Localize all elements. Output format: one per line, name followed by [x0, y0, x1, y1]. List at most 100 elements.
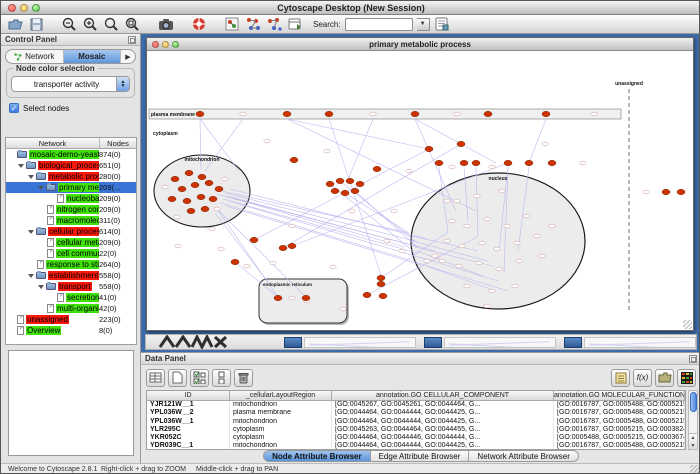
zoom-fit-button[interactable]	[124, 16, 141, 32]
gene-node[interactable]	[197, 194, 205, 199]
gene-node-unselected[interactable]	[289, 224, 295, 228]
tree-row[interactable]: mosaic-demo-yeast874(0)	[6, 149, 136, 160]
gene-node-unselected[interactable]	[384, 239, 390, 243]
gene-node[interactable]	[201, 206, 209, 211]
table-row[interactable]: YDR039C__1mitochondrion[GO:0044464, GO:0…	[147, 442, 685, 450]
gene-node-unselected[interactable]	[349, 209, 355, 213]
zoom-selected-button[interactable]	[103, 16, 120, 32]
gene-node-unselected[interactable]	[479, 241, 485, 245]
table-row[interactable]: YLR295Ccytoplasm[GO:0045263, GO:0044464,…	[147, 426, 685, 434]
expand-arrow-icon[interactable]	[38, 285, 44, 289]
expand-arrow-icon[interactable]	[38, 186, 44, 190]
tree-row[interactable]: transport558(0)	[6, 281, 136, 292]
open-button[interactable]	[7, 16, 24, 32]
gene-node[interactable]	[196, 111, 204, 116]
gene-node-unselected[interactable]	[424, 259, 430, 263]
gene-node[interactable]	[425, 146, 433, 151]
tab-node-attribute-browser[interactable]: Node Attribute Browser	[263, 450, 371, 462]
gene-node-unselected[interactable]	[512, 284, 518, 288]
gene-node-unselected[interactable]	[504, 224, 510, 228]
snapshot-button[interactable]	[157, 16, 174, 32]
gene-node[interactable]	[283, 111, 291, 116]
tab-network-attribute-browser[interactable]: Network Attribute Browser	[469, 450, 578, 462]
tree-row[interactable]: cellular metabo209(0)	[6, 237, 136, 248]
attribute-table-header[interactable]: ID _cellularLayoutRegion annotation.GO C…	[147, 391, 685, 401]
gene-node-unselected[interactable]	[209, 227, 215, 231]
minimized-window-icon[interactable]	[564, 337, 582, 348]
gene-node[interactable]	[411, 111, 419, 116]
window-resize-grip[interactable]	[683, 320, 692, 329]
expand-arrow-icon[interactable]	[28, 274, 34, 278]
gene-node-unselected[interactable]	[476, 261, 482, 265]
hide-selected-button[interactable]	[265, 16, 282, 32]
delete-attribute-button[interactable]	[234, 369, 253, 387]
tree-row[interactable]: response to stimulu264(0)	[6, 259, 136, 270]
gene-node[interactable]	[279, 245, 287, 250]
gene-node-unselected[interactable]	[162, 185, 168, 189]
gene-node[interactable]	[542, 111, 550, 116]
gene-node[interactable]	[351, 188, 359, 193]
birdseye-view[interactable]	[8, 350, 134, 456]
gene-node[interactable]	[377, 275, 385, 280]
gene-node-unselected[interactable]	[484, 304, 490, 308]
gene-node-unselected[interactable]	[270, 261, 276, 265]
table-scrollbar[interactable]: ▲▼	[688, 390, 698, 450]
tabs-overflow-button[interactable]: ▶	[121, 50, 135, 63]
gene-node-unselected[interactable]	[516, 259, 522, 263]
gene-node[interactable]	[183, 198, 191, 203]
tree-row[interactable]: unassigned223(0)	[6, 314, 136, 325]
select-nodes-checkbox[interactable]: ✓	[9, 103, 19, 113]
close-icon[interactable]	[8, 4, 16, 12]
gene-node-unselected[interactable]	[175, 244, 181, 248]
node-color-dropdown[interactable]: transporter activity ▲▼	[11, 76, 130, 92]
gene-node-unselected[interactable]	[580, 161, 586, 165]
gene-node[interactable]	[198, 174, 206, 179]
gene-node[interactable]	[662, 189, 670, 194]
gene-node-unselected[interactable]	[474, 194, 480, 198]
gene-node-unselected[interactable]	[456, 264, 462, 268]
unselect-attributes-button[interactable]	[212, 369, 231, 387]
gene-node[interactable]	[205, 180, 213, 185]
search-input[interactable]	[345, 18, 413, 31]
zoom-in-button[interactable]	[82, 16, 99, 32]
gene-node[interactable]	[331, 188, 339, 193]
tab-edge-attribute-browser[interactable]: Edge Attribute Browser	[371, 450, 470, 462]
table-row[interactable]: YPL036W__1mitochondrion[GO:0044464, GO:0…	[147, 418, 685, 426]
gene-node-unselected[interactable]	[324, 149, 330, 153]
gene-node-unselected[interactable]	[496, 267, 502, 271]
gene-node[interactable]	[215, 186, 223, 191]
zoom-window-icon[interactable]	[32, 4, 40, 12]
gene-node[interactable]	[472, 160, 480, 165]
tree-row[interactable]: nitrogen compo209(0)	[6, 204, 136, 215]
gene-node-unselected[interactable]	[464, 284, 470, 288]
gene-node[interactable]	[288, 243, 296, 248]
minimized-window-icon[interactable]	[424, 337, 442, 348]
net-minimize-icon[interactable]	[162, 41, 169, 48]
gene-node[interactable]	[346, 178, 354, 183]
gene-node-unselected[interactable]	[591, 112, 597, 116]
gene-node-unselected[interactable]	[514, 241, 520, 245]
gene-node-unselected[interactable]	[444, 199, 450, 203]
tree-row[interactable]: Overview8(0)	[6, 325, 136, 336]
gene-node-unselected[interactable]	[340, 307, 346, 311]
gene-node-unselected[interactable]	[222, 177, 228, 181]
configure-search-button[interactable]	[434, 16, 451, 32]
gene-node-unselected[interactable]	[459, 244, 465, 248]
app-resize-grip[interactable]	[690, 465, 700, 474]
tab-mosaic[interactable]: Mosaic	[64, 50, 122, 63]
minimized-window-bar[interactable]	[584, 337, 696, 348]
gene-node-unselected[interactable]	[444, 239, 450, 243]
gene-node[interactable]	[457, 141, 465, 146]
gene-node-unselected[interactable]	[542, 142, 548, 146]
tree-row[interactable]: establishment of lo558(0)	[6, 270, 136, 281]
gene-node[interactable]	[341, 190, 349, 195]
nucleus-region[interactable]	[411, 173, 585, 309]
gene-node-unselected[interactable]	[406, 169, 412, 173]
network-canvas[interactable]: plasma membranecytoplasmmitochondrionnuc…	[147, 51, 693, 330]
gene-node-unselected[interactable]	[449, 219, 455, 223]
gene-node-unselected[interactable]	[549, 224, 555, 228]
select-first-neighbors-button[interactable]	[244, 16, 261, 32]
scrollbar-thumb[interactable]	[690, 392, 697, 412]
gene-node-unselected[interactable]	[244, 264, 250, 268]
attribute-table-button[interactable]	[146, 369, 165, 387]
